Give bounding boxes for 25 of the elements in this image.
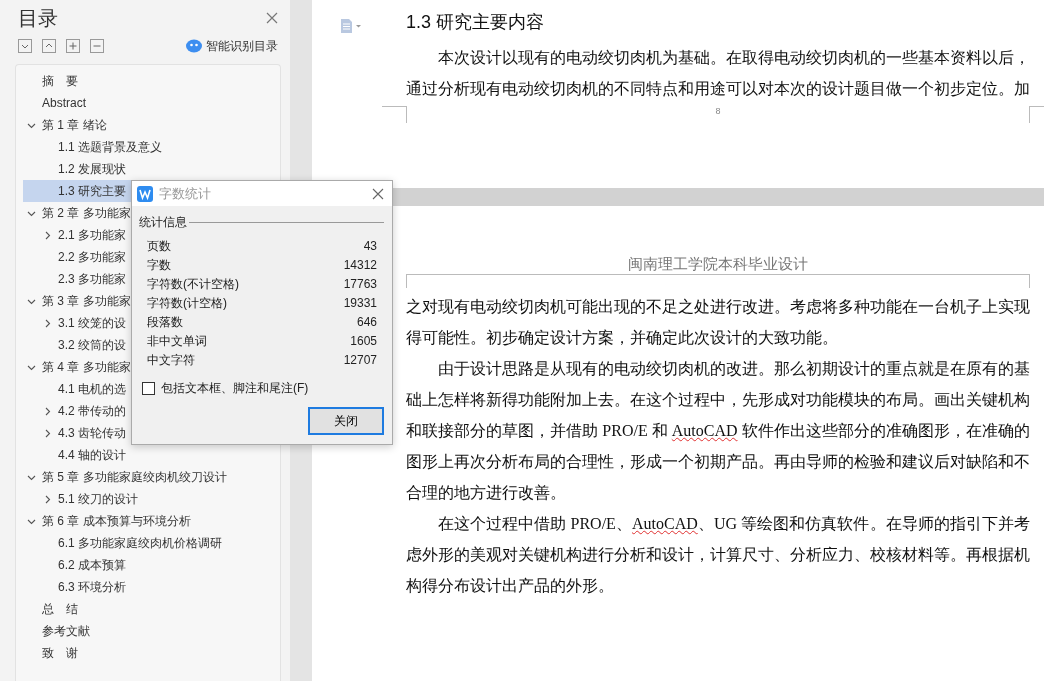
stat-value: 19331 bbox=[343, 295, 377, 312]
stat-value: 17763 bbox=[343, 276, 377, 293]
stat-value: 43 bbox=[363, 238, 377, 255]
group-label: 统计信息 bbox=[139, 214, 187, 231]
stat-label: 字数 bbox=[147, 257, 171, 274]
stat-label: 字符数(不计空格) bbox=[147, 276, 239, 293]
stat-value: 14312 bbox=[343, 257, 377, 274]
stat-label: 非中文单词 bbox=[147, 333, 207, 350]
checkbox-label: 包括文本框、脚注和尾注(F) bbox=[161, 380, 309, 397]
page-header: 闽南理工学院本科毕业设计 bbox=[627, 254, 809, 274]
paragraph: 由于设计思路是从现有的电动绞切肉机的改进。那么初期设计的重点就是在原有的基础上怎样将新得功能附加上去。在这个过程中，先形成对功能模块的布局。画出关键机构和联接部分的草图，并借助 PRO/E 和 AutoCAD 软件作出这些部分的准确图形，在准确的图形上再次分析布局的合理性，形成一个初期产品。再由导师的检验和建议后对缺陷和不合理的地方进行改善。 bbox=[406, 359, 1030, 503]
stat-label: 中文字符 bbox=[147, 352, 195, 369]
dialog-title: 字数统计 bbox=[159, 184, 212, 203]
panel-title: 目录 bbox=[18, 5, 58, 31]
stat-value: 1605 bbox=[350, 333, 377, 350]
paragraph: 本次设计以现有的电动绞切肉机为基础。在取得电动绞切肉机的一些基本资料以后，通过分析现有电动绞切肉机的不同特点和用途可以对本次的设计题目做一个初步定位。加 bbox=[406, 48, 1030, 99]
stat-value: 646 bbox=[356, 314, 377, 331]
paragraph: 在这个过程中借助 PRO/E、AutoCAD、UG 等绘图和仿真软件。在导师的指引下并考虑外形的美观对关键机构进行分析和设计，计算尺寸、分析应力、校核材料等。再根据机构得分布设计出产品的外形。 bbox=[406, 514, 1030, 596]
page-number: 8 bbox=[715, 106, 721, 116]
stat-label: 段落数 bbox=[147, 314, 183, 331]
section-heading: 1.3 研究主要内容 bbox=[406, 11, 546, 34]
paragraph: 之对现有电动绞切肉机可能出现的不足之处进行改进。考虑将多种功能在一台机子上实现得可能性。初步确定设计方案，并确定此次设计的大致功能。 bbox=[406, 297, 1030, 348]
stat-label: 页数 bbox=[147, 238, 171, 255]
stat-value: 12707 bbox=[343, 352, 377, 369]
stat-label: 字符数(计空格) bbox=[147, 295, 227, 312]
